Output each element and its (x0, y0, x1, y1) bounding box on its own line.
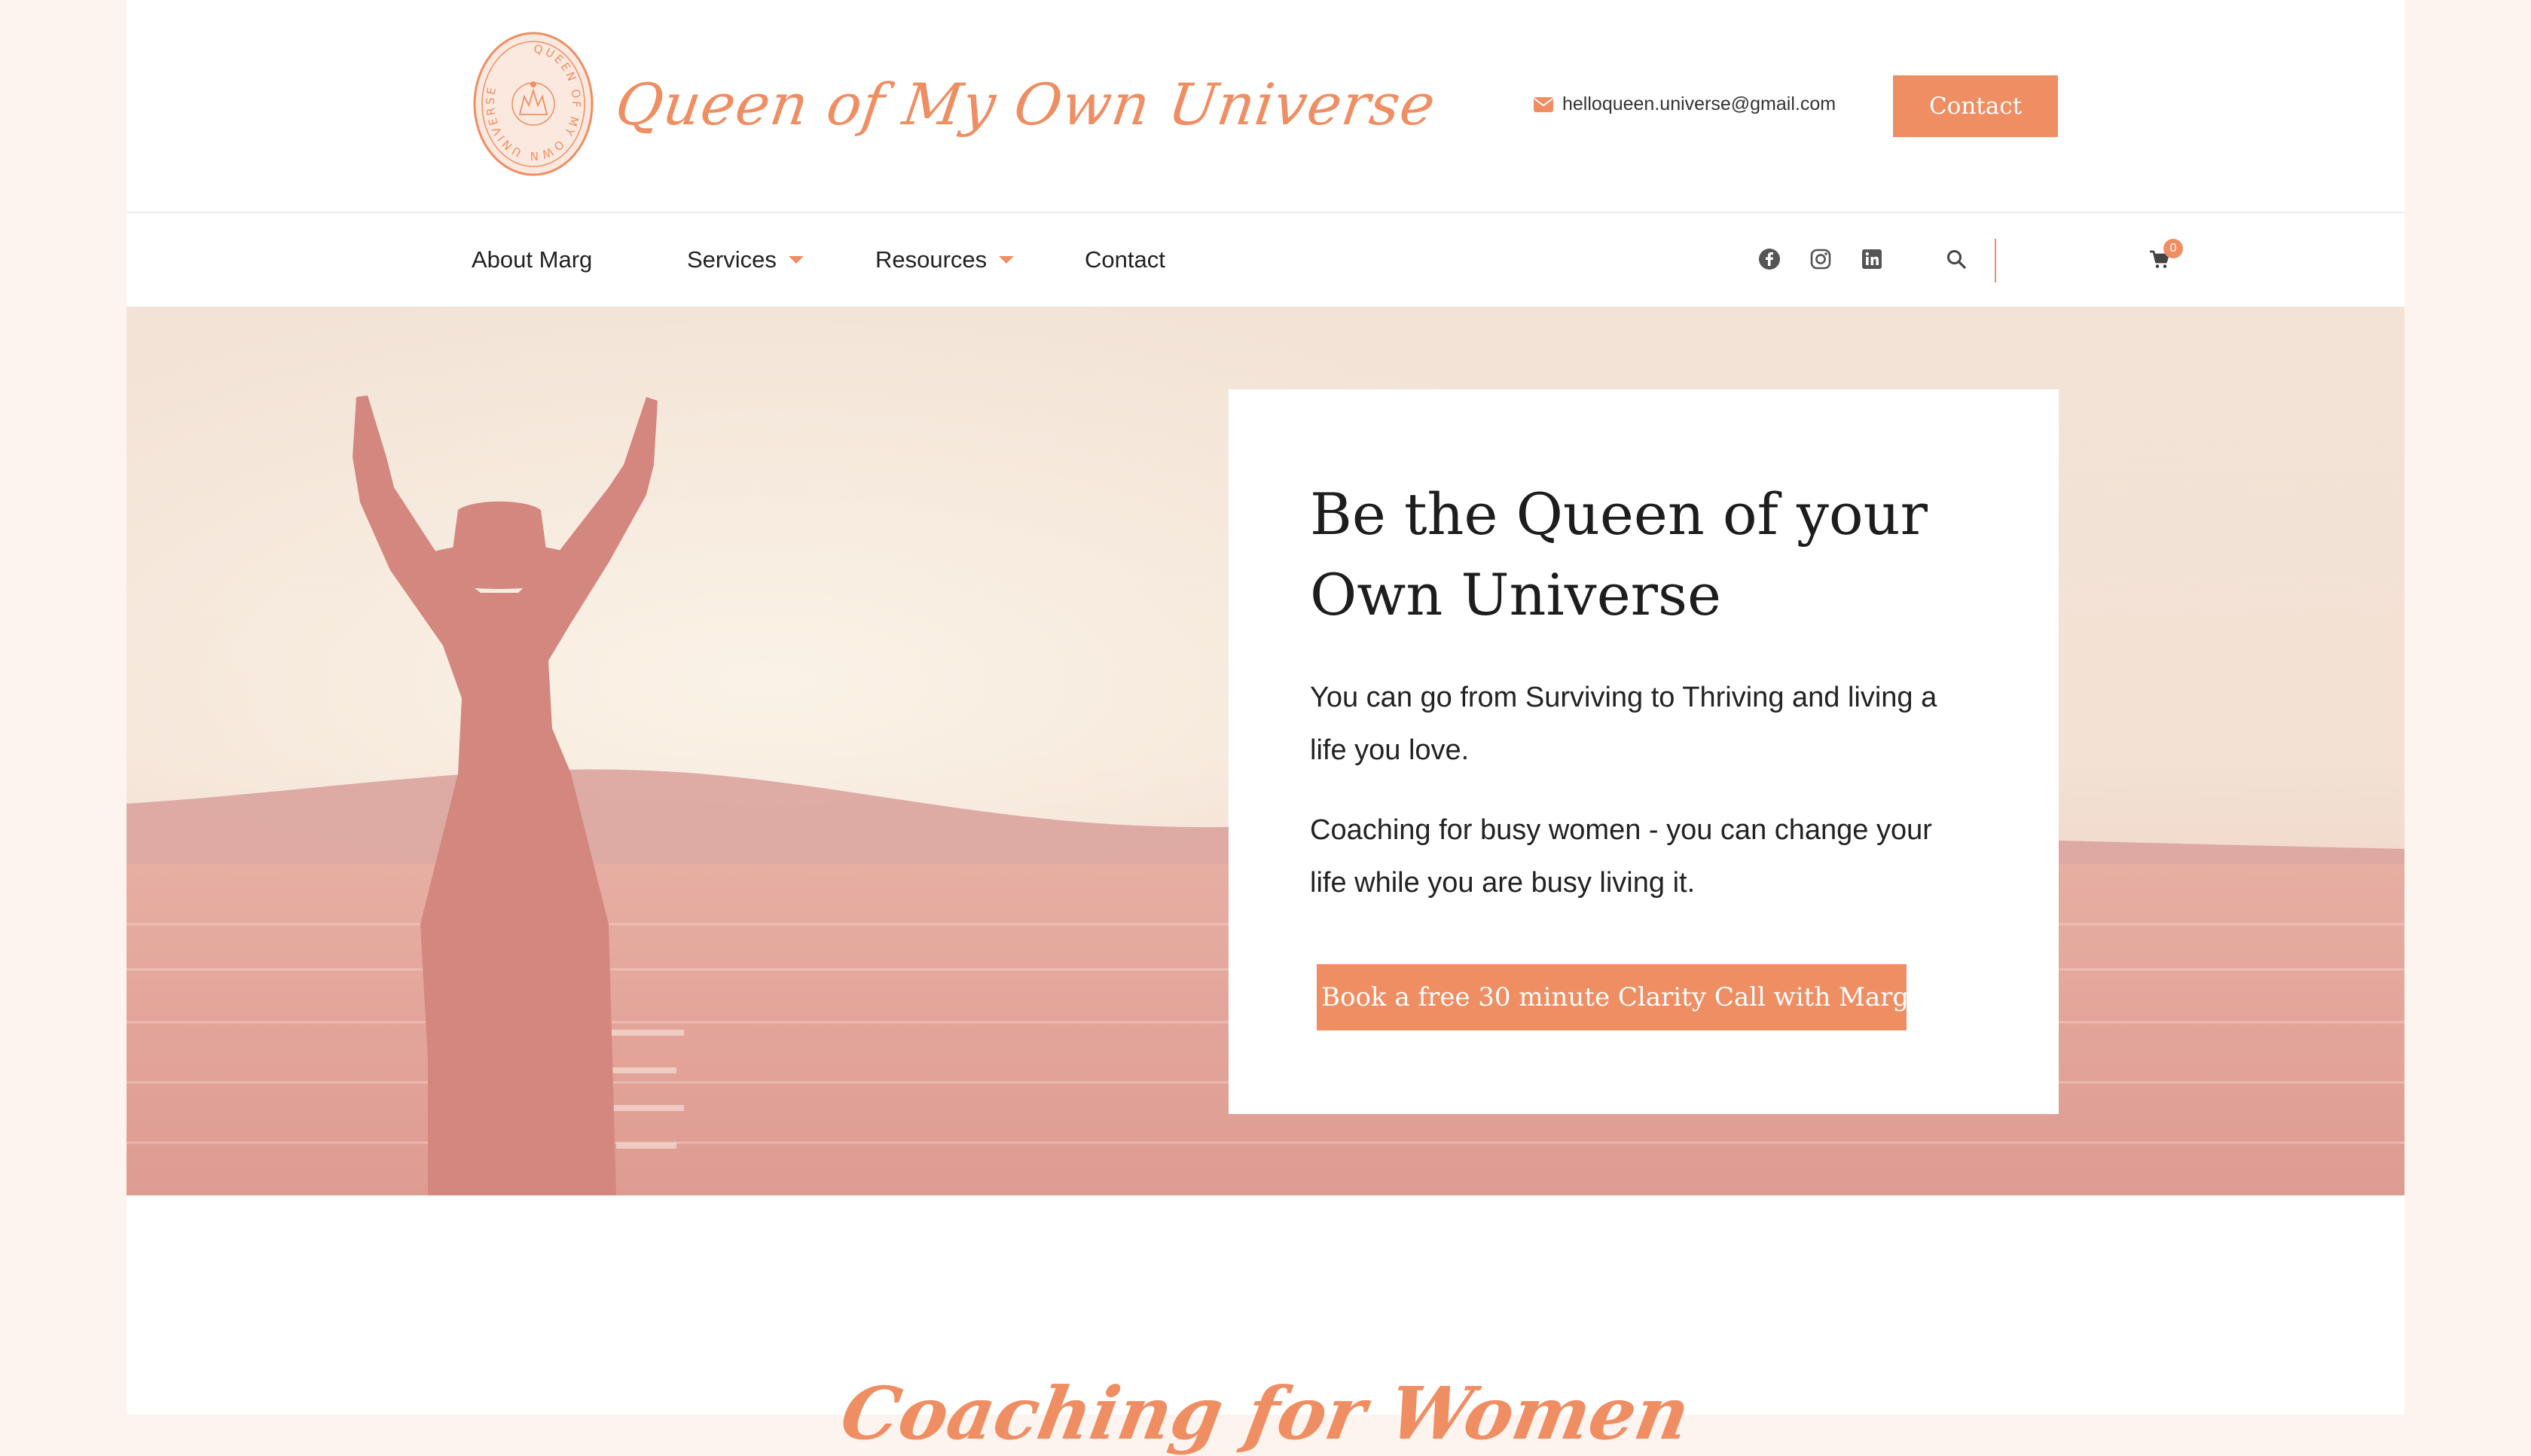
hero-card: Be the Queen of your Own Universe You ca… (1229, 389, 2059, 1114)
nav-item-label: Services (687, 246, 777, 273)
caret-down-icon (999, 256, 1015, 264)
logo-wordmark: Queen of My Own Universe (611, 70, 1440, 138)
instagram-icon[interactable] (1806, 245, 1835, 273)
cart-button[interactable]: 0 (2145, 239, 2183, 273)
search-icon[interactable] (1942, 245, 1971, 273)
hero-section: Be the Queen of your Own Universe You ca… (127, 307, 2404, 1195)
nav-item-about-marg[interactable]: About Marg (472, 213, 592, 307)
nav-item-services[interactable]: Services (687, 213, 804, 307)
hero-paragraph-1: You can go from Surviving to Thriving an… (1310, 682, 1937, 766)
site-header: QUEEN OF MY OWN UNIVERSE Queen of My Own… (127, 0, 2404, 213)
nav-item-resources[interactable]: Resources (875, 213, 1015, 307)
nav-item-label: Resources (875, 246, 988, 273)
nav-item-label: About Marg (472, 246, 593, 273)
hero-title: Be the Queen of your Own Universe (1310, 481, 1928, 628)
hero-paragraph-2: Coaching for busy women - you can change… (1310, 814, 1932, 899)
page: QUEEN OF MY OWN UNIVERSE Queen of My Own… (127, 0, 2404, 1456)
nav-divider (1995, 239, 1996, 282)
linkedin-icon[interactable] (1858, 245, 1886, 273)
cart-count-badge: 0 (2163, 239, 2183, 258)
header-email-link[interactable]: helloqueen.universe@gmail.com (1534, 93, 1836, 115)
main-nav: About Marg Services Resources Contact 0 (127, 213, 2404, 307)
header-email-text: helloqueen.universe@gmail.com (1562, 93, 1836, 114)
caret-down-icon (788, 256, 804, 264)
envelope-icon (1534, 96, 1553, 112)
header-contact-button[interactable]: Contact (1893, 75, 2058, 137)
site-logo-link[interactable]: QUEEN OF MY OWN UNIVERSE Queen of My Own… (472, 30, 1440, 178)
section-heading: Coaching for Women (835, 1370, 1696, 1456)
logo-seal-icon: QUEEN OF MY OWN UNIVERSE (473, 32, 594, 176)
facebook-icon[interactable] (1755, 245, 1784, 273)
nav-item-label: Contact (1085, 246, 1165, 273)
nav-item-contact[interactable]: Contact (1085, 213, 1165, 307)
book-clarity-call-button[interactable]: Book a free 30 minute Clarity Call with … (1317, 964, 1909, 1030)
